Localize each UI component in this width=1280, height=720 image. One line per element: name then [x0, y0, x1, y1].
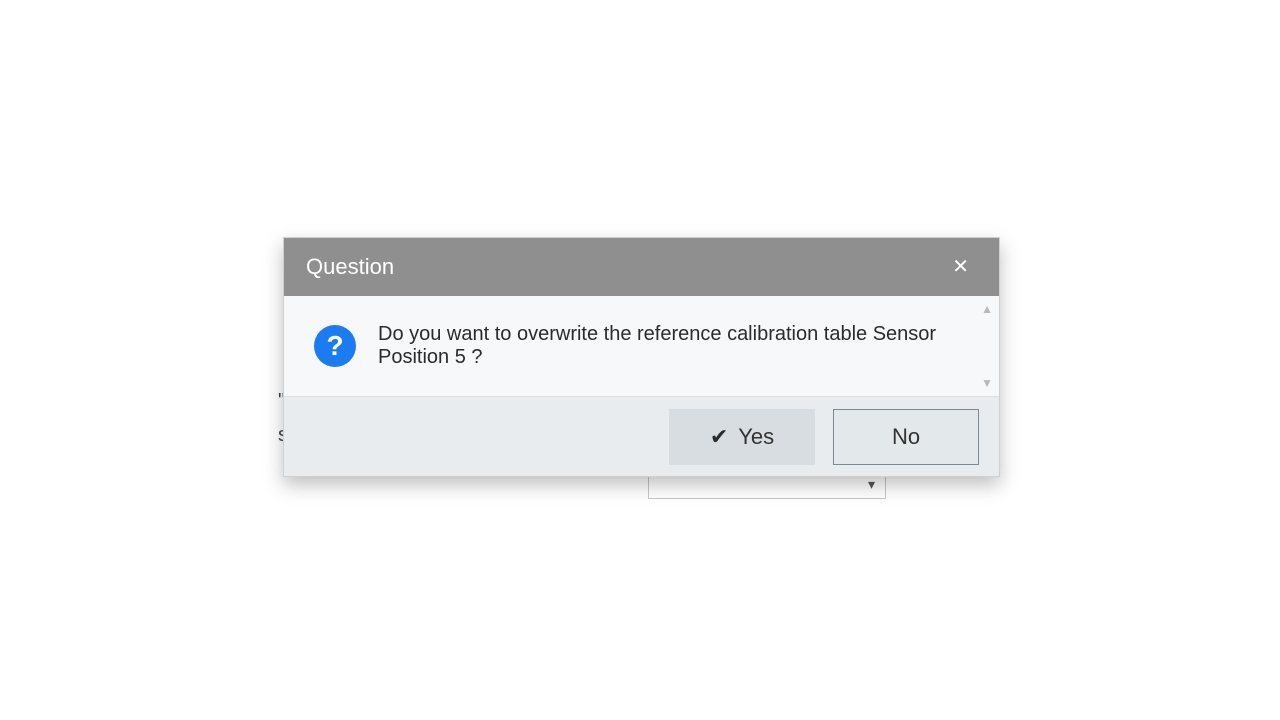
dialog-button-bar: ✔ Yes No — [284, 396, 999, 476]
close-icon: ✕ — [952, 256, 969, 278]
close-button[interactable]: ✕ — [944, 251, 977, 283]
scroll-down-icon: ▼ — [981, 376, 993, 390]
yes-button-label: Yes — [738, 424, 774, 450]
dialog-title: Question — [306, 254, 394, 280]
dialog-message: Do you want to overwrite the reference c… — [378, 323, 969, 369]
no-button[interactable]: No — [833, 409, 979, 465]
dialog-titlebar: Question ✕ — [284, 238, 999, 296]
question-icon-glyph: ? — [326, 332, 343, 360]
yes-button[interactable]: ✔ Yes — [669, 409, 815, 465]
dialog-body: ▲ ? Do you want to overwrite the referen… — [284, 296, 999, 396]
question-icon: ? — [314, 325, 356, 367]
question-dialog: Question ✕ ▲ ? Do you want to overwrite … — [283, 237, 1000, 477]
check-icon: ✔ — [710, 424, 728, 450]
chevron-down-icon: ▾ — [868, 476, 875, 493]
scroll-up-icon: ▲ — [981, 302, 993, 316]
no-button-label: No — [892, 424, 920, 450]
